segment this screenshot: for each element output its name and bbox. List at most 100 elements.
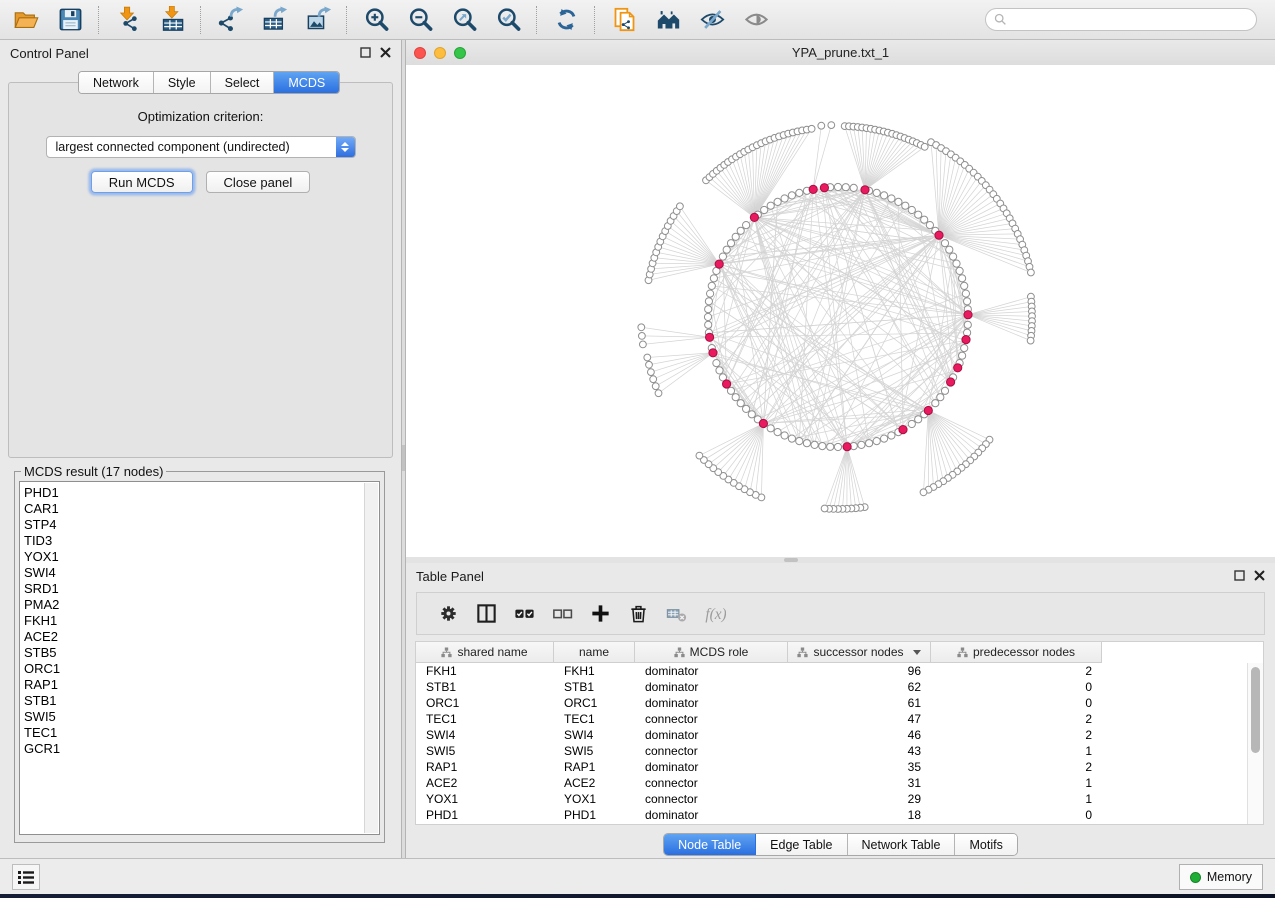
optimization-select[interactable]: largest connected component (undirected) bbox=[46, 136, 356, 158]
scrollbar-thumb[interactable] bbox=[1251, 667, 1260, 753]
tab-style[interactable]: Style bbox=[154, 72, 211, 93]
float-panel-icon[interactable] bbox=[1234, 570, 1245, 581]
run-mcds-button[interactable]: Run MCDS bbox=[91, 171, 193, 193]
table-cell: ACE2 bbox=[416, 776, 554, 790]
tab-edge-table[interactable]: Edge Table bbox=[756, 834, 847, 855]
table-cell: connector bbox=[635, 744, 788, 758]
mcds-node-item[interactable]: TEC1 bbox=[24, 725, 363, 741]
mcds-node-item[interactable]: FKH1 bbox=[24, 613, 363, 629]
table-row[interactable]: YOX1YOX1connector291 bbox=[416, 791, 1248, 807]
close-panel-button[interactable]: Close panel bbox=[206, 171, 311, 193]
mcds-node-item[interactable]: PMA2 bbox=[24, 597, 363, 613]
table-panel: Table Panel f(x) shared namenameMCDS rol… bbox=[406, 563, 1275, 858]
delete-icon bbox=[627, 602, 650, 625]
hide-graphics-button[interactable] bbox=[690, 4, 734, 36]
table-row[interactable]: RAP1RAP1dominator352 bbox=[416, 759, 1248, 775]
task-history-button[interactable] bbox=[12, 864, 40, 890]
table-cell: ACE2 bbox=[554, 776, 635, 790]
memory-button[interactable]: Memory bbox=[1179, 864, 1263, 890]
export-image-button[interactable] bbox=[296, 4, 340, 36]
toolbar-separator bbox=[536, 6, 538, 34]
table-row[interactable]: FKH1FKH1dominator962 bbox=[416, 663, 1248, 679]
toolbar-separator bbox=[200, 6, 202, 34]
table-cell: connector bbox=[635, 776, 788, 790]
import-table-icon bbox=[159, 6, 186, 33]
import-table-button[interactable] bbox=[150, 4, 194, 36]
mcds-node-item[interactable]: YOX1 bbox=[24, 549, 363, 565]
table-cell: SWI5 bbox=[416, 744, 554, 758]
select-all-button[interactable] bbox=[505, 598, 543, 630]
network-canvas[interactable] bbox=[406, 65, 1275, 557]
table-cell: 18 bbox=[788, 808, 931, 822]
table-cell: FKH1 bbox=[554, 664, 635, 678]
attribute-type-icon bbox=[957, 647, 968, 658]
mcds-node-item[interactable]: RAP1 bbox=[24, 677, 363, 693]
tab-mcds[interactable]: MCDS bbox=[274, 72, 339, 93]
add-column-button[interactable] bbox=[581, 598, 619, 630]
tab-network-table[interactable]: Network Table bbox=[848, 834, 956, 855]
table-row[interactable]: SWI4SWI4dominator462 bbox=[416, 727, 1248, 743]
tab-network[interactable]: Network bbox=[79, 72, 154, 93]
tab-select[interactable]: Select bbox=[211, 72, 275, 93]
delete-button[interactable] bbox=[619, 598, 657, 630]
save-session-button[interactable] bbox=[48, 4, 92, 36]
share-document-button[interactable] bbox=[602, 4, 646, 36]
table-row[interactable]: PHD1PHD1dominator180 bbox=[416, 807, 1248, 823]
deselect-all-button[interactable] bbox=[543, 598, 581, 630]
sort-desc-icon bbox=[913, 650, 921, 655]
table-row[interactable]: SWI5SWI5connector431 bbox=[416, 743, 1248, 759]
import-network-button[interactable] bbox=[106, 4, 150, 36]
mcds-node-item[interactable]: STP4 bbox=[24, 517, 363, 533]
column-header-MCDS-role[interactable]: MCDS role bbox=[635, 642, 788, 663]
mcds-node-item[interactable]: ACE2 bbox=[24, 629, 363, 645]
mcds-node-item[interactable]: STB1 bbox=[24, 693, 363, 709]
mcds-node-item[interactable]: SRD1 bbox=[24, 581, 363, 597]
search-input[interactable] bbox=[1012, 12, 1256, 28]
toolbar-separator bbox=[594, 6, 596, 34]
zoom-fit-button[interactable] bbox=[442, 4, 486, 36]
float-panel-icon[interactable] bbox=[360, 47, 371, 58]
tab-motifs[interactable]: Motifs bbox=[955, 834, 1016, 855]
export-network-button[interactable] bbox=[208, 4, 252, 36]
mcds-node-item[interactable]: GCR1 bbox=[24, 741, 363, 757]
table-row[interactable]: ACE2ACE2connector311 bbox=[416, 775, 1248, 791]
column-header-shared-name[interactable]: shared name bbox=[416, 642, 554, 663]
mcds-node-item[interactable]: SWI4 bbox=[24, 565, 363, 581]
zoom-selected-button[interactable] bbox=[486, 4, 530, 36]
save-session-icon bbox=[57, 6, 84, 33]
houses-button[interactable] bbox=[646, 4, 690, 36]
eye-button[interactable] bbox=[734, 4, 778, 36]
table-row[interactable]: STB1STB1dominator620 bbox=[416, 679, 1248, 695]
search-box[interactable] bbox=[985, 8, 1257, 31]
mcds-result-list[interactable]: PHD1CAR1STP4TID3YOX1SWI4SRD1PMA2FKH1ACE2… bbox=[24, 485, 363, 832]
table-cell: 1 bbox=[931, 776, 1102, 790]
mcds-node-item[interactable]: PHD1 bbox=[24, 485, 363, 501]
export-table-button[interactable] bbox=[252, 4, 296, 36]
columns-button[interactable] bbox=[467, 598, 505, 630]
mcds-node-item[interactable]: SWI5 bbox=[24, 709, 363, 725]
table-scrollbar[interactable] bbox=[1247, 663, 1263, 824]
table-row[interactable]: TEC1TEC1connector472 bbox=[416, 711, 1248, 727]
search-icon bbox=[994, 13, 1007, 26]
column-header-name[interactable]: name bbox=[554, 642, 635, 663]
mcds-node-item[interactable]: STB5 bbox=[24, 645, 363, 661]
mcds-node-item[interactable]: CAR1 bbox=[24, 501, 363, 517]
zoom-out-button[interactable] bbox=[398, 4, 442, 36]
table-cell: 35 bbox=[788, 760, 931, 774]
network-graph[interactable] bbox=[406, 65, 1275, 557]
column-header-successor-nodes[interactable]: successor nodes bbox=[788, 642, 931, 663]
refresh-button[interactable] bbox=[544, 4, 588, 36]
close-panel-icon[interactable] bbox=[380, 47, 391, 58]
mcds-node-item[interactable]: TID3 bbox=[24, 533, 363, 549]
open-file-button[interactable] bbox=[4, 4, 48, 36]
control-panel-tabs: NetworkStyleSelectMCDS bbox=[78, 71, 340, 94]
zoom-in-button[interactable] bbox=[354, 4, 398, 36]
table-row[interactable]: ORC1ORC1dominator610 bbox=[416, 695, 1248, 711]
mcds-node-item[interactable]: ORC1 bbox=[24, 661, 363, 677]
column-header-predecessor-nodes[interactable]: predecessor nodes bbox=[931, 642, 1102, 663]
close-panel-icon[interactable] bbox=[1254, 570, 1265, 581]
tab-node-table[interactable]: Node Table bbox=[664, 834, 756, 855]
mcds-result-scrollbar[interactable] bbox=[364, 483, 378, 833]
gear-button[interactable] bbox=[429, 598, 467, 630]
table-cell: ORC1 bbox=[554, 696, 635, 710]
